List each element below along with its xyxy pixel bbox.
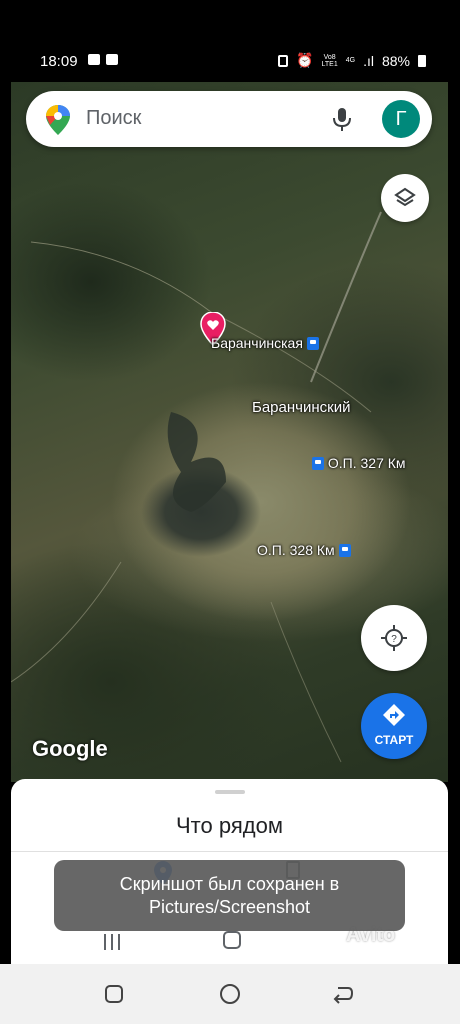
my-location-button[interactable]: ? [361, 605, 427, 671]
svg-text:?: ? [391, 634, 397, 645]
alarm-icon: ⏰ [296, 52, 314, 68]
rail-station-icon [338, 544, 351, 557]
network-4g-icon: 4G [345, 57, 356, 64]
rail-station-icon [306, 337, 319, 350]
home-icon [223, 931, 241, 949]
back-button[interactable] [332, 983, 354, 1005]
map-label-stop-328[interactable]: О.П. 328 Км [257, 542, 351, 558]
signal-icon: .ıl [363, 52, 374, 69]
status-bar: 18:09 ⏰ Vo8 LTE1 4G .ıl 88% [0, 0, 460, 82]
battery-percent: 88% [381, 52, 410, 69]
toast-line-1: Скриншот был сохранен в [119, 873, 340, 894]
screenshot-toast: Скриншот был сохранен в Pictures/Screens… [54, 860, 405, 931]
youtube-icon [106, 54, 118, 65]
gallery-icon [88, 54, 100, 65]
account-avatar[interactable]: Г [382, 100, 420, 138]
start-directions-button[interactable]: СТАРТ [361, 693, 427, 759]
notification-icons [88, 54, 118, 65]
recent-apps-icon [104, 934, 120, 950]
system-nav-bar [0, 964, 460, 1024]
sheet-divider [11, 851, 448, 852]
sheet-handle[interactable] [215, 790, 245, 794]
lock-icon [278, 54, 289, 67]
start-label: СТАРТ [374, 733, 414, 747]
google-logo: Google [32, 736, 108, 761]
layers-icon [394, 187, 416, 207]
mic-icon[interactable] [330, 106, 354, 132]
directions-icon [383, 704, 405, 726]
layers-button[interactable] [381, 174, 429, 222]
map-label-stop-327[interactable]: О.П. 327 Км [312, 455, 406, 471]
toast-line-2: Pictures/Screenshot [148, 896, 311, 917]
volte-icon: Vo8 LTE1 [321, 53, 338, 68]
map-label-station[interactable]: Баранчинская [211, 335, 319, 351]
recent-apps-button[interactable] [105, 985, 123, 1003]
search-input[interactable]: Поиск [86, 107, 141, 130]
status-time: 18:09 [40, 53, 78, 70]
rail-station-icon [312, 457, 324, 470]
locate-icon: ? [381, 625, 407, 651]
map-label-settlement[interactable]: Баранчинский [252, 399, 350, 416]
status-right: ⏰ Vo8 LTE1 4G .ıl 88% [278, 52, 426, 69]
battery-icon [418, 54, 426, 67]
search-bar[interactable]: Поиск Г [26, 91, 432, 147]
maps-logo-icon [46, 105, 70, 135]
home-button[interactable] [220, 984, 240, 1004]
sheet-title: Что рядом [176, 813, 283, 838]
